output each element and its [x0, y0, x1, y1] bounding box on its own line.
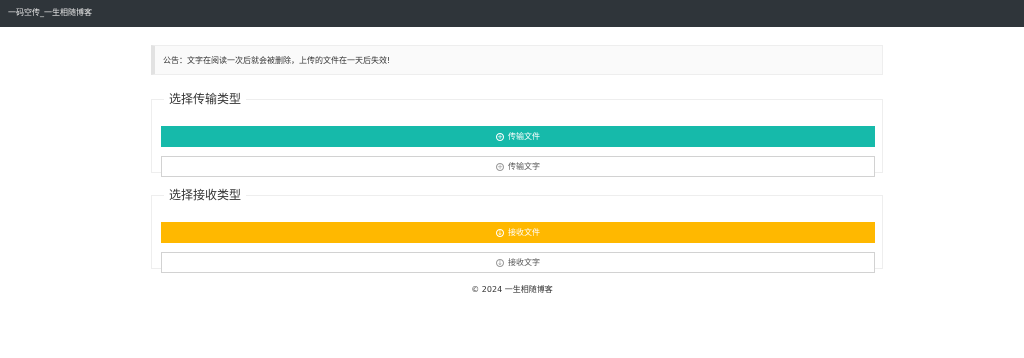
download-circle-icon: ↓: [496, 258, 504, 267]
send-type-legend: 选择传输类型: [169, 92, 242, 106]
receive-file-button[interactable]: ↓ 接收文件: [161, 222, 875, 243]
receive-file-label: 接收文件: [508, 228, 540, 237]
top-navbar: 一码空传_一生相随博客: [0, 0, 1024, 27]
site-title[interactable]: 一码空传_一生相随博客: [8, 6, 92, 20]
receive-text-button[interactable]: ↓ 接收文字: [161, 252, 875, 273]
download-circle-icon: ↓: [496, 228, 504, 237]
send-file-button[interactable]: + 传输文件: [161, 126, 875, 147]
send-text-button[interactable]: + 传输文字: [161, 156, 875, 177]
announcement-box: 公告：文字在阅读一次后就会被删除，上传的文件在一天后失效!: [151, 45, 883, 75]
send-text-label: 传输文字: [508, 162, 540, 171]
receive-type-legend: 选择接收类型: [169, 188, 242, 202]
receive-type-group: 选择接收类型 ↓ 接收文件 ↓ 接收文字: [151, 188, 883, 273]
receive-text-label: 接收文字: [508, 258, 540, 267]
plus-circle-icon: +: [496, 132, 504, 141]
send-type-group: 选择传输类型 + 传输文件 + 传输文字: [151, 92, 883, 177]
footer-copyright: © 2024 一生相随博客: [471, 285, 553, 294]
plus-circle-icon: +: [496, 162, 504, 171]
send-file-label: 传输文件: [508, 132, 540, 141]
announcement-text: 公告：文字在阅读一次后就会被删除，上传的文件在一天后失效!: [163, 56, 391, 65]
